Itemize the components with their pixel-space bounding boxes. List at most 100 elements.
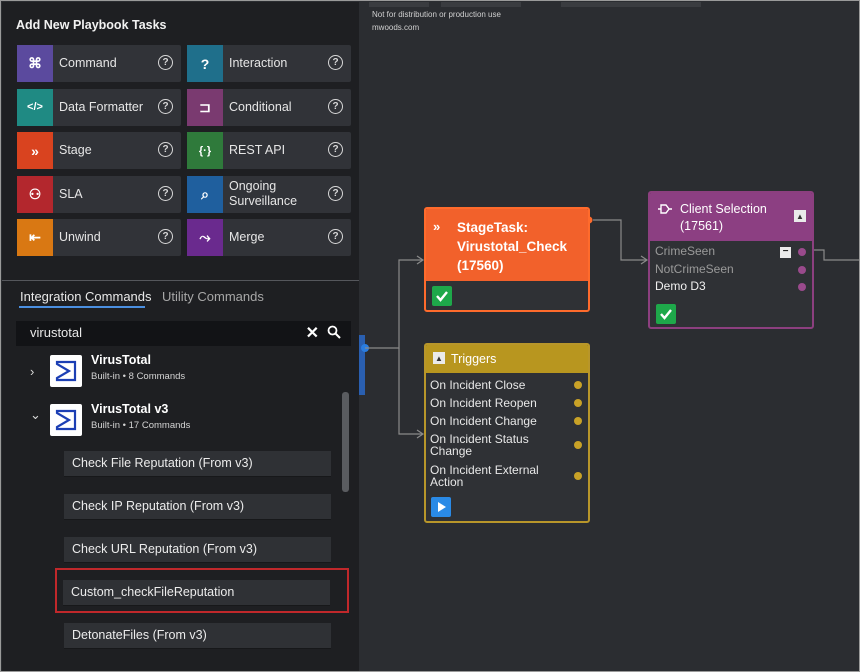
- trigger-item: On Incident Change: [430, 414, 537, 428]
- trigger-item: On Incident External Action: [430, 463, 539, 489]
- highlight-box: [55, 568, 349, 613]
- branch-port[interactable]: [798, 248, 806, 256]
- trigger-item: On Incident Status Change: [430, 432, 529, 458]
- code-icon: </>: [17, 88, 53, 126]
- branch-port[interactable]: [798, 266, 806, 274]
- connection-lines: [359, 215, 859, 439]
- stage-task-node[interactable]: » StageTask: Virustotal_Check (17560): [424, 207, 590, 312]
- integration-item-virustotal[interactable]: › VirusTotal Built-in • 8 Commands: [2, 352, 342, 396]
- task-conditional-button[interactable]: ⊐ Conditional?: [187, 88, 351, 126]
- condition-icon: ⊐: [187, 88, 223, 126]
- integration-meta: Built-in • 17 Commands: [91, 420, 191, 431]
- trigger-port[interactable]: [574, 441, 582, 449]
- triggers-node-header: ▲ Triggers: [426, 345, 588, 373]
- help-icon[interactable]: ?: [158, 229, 173, 244]
- tab-integration-commands[interactable]: Integration Commands: [20, 289, 152, 304]
- task-stage-button[interactable]: » Stage?: [17, 132, 181, 169]
- scrollbar-thumb[interactable]: [342, 392, 349, 492]
- stage-node-title: StageTask: Virustotal_Check (17560): [457, 220, 568, 273]
- help-icon[interactable]: ?: [328, 185, 343, 201]
- trigger-item: On Incident Reopen: [430, 396, 537, 410]
- collapse-icon[interactable]: ▲: [433, 352, 445, 364]
- surveillance-search-icon: ⌕: [187, 175, 223, 213]
- handshake-icon: ⚇: [17, 175, 53, 213]
- task-label: SLA: [59, 186, 83, 201]
- minus-icon[interactable]: −: [780, 247, 791, 258]
- task-ongoing-surveillance-button[interactable]: ⌕ Ongoing Surveillance?: [187, 175, 351, 213]
- help-icon[interactable]: ?: [328, 142, 343, 157]
- task-label: REST API: [229, 143, 286, 157]
- task-label: Command: [59, 56, 117, 70]
- help-icon[interactable]: ?: [158, 185, 173, 201]
- stage-chevrons-icon: »: [433, 219, 441, 234]
- help-icon[interactable]: ?: [158, 55, 173, 70]
- app-frame: Add New Playbook Tasks ⌘ Command?? Interac…: [0, 0, 860, 672]
- help-icon[interactable]: ?: [328, 55, 343, 70]
- command-item[interactable]: Check File Reputation (From v3): [64, 451, 331, 477]
- merge-icon: ⤳: [187, 219, 223, 256]
- collapse-icon[interactable]: ▲: [794, 210, 806, 222]
- chevron-right-icon[interactable]: ›: [30, 364, 34, 379]
- task-label: Stage: [59, 143, 92, 157]
- search-input[interactable]: virustotal ✕: [16, 321, 351, 346]
- trigger-item: On Incident Close: [430, 378, 526, 392]
- task-label: Ongoing Surveillance: [229, 179, 298, 208]
- branch-label: NotCrimeSeen: [655, 262, 734, 276]
- trigger-port[interactable]: [574, 399, 582, 407]
- task-merge-button[interactable]: ⤳ Merge?: [187, 219, 351, 256]
- tab-utility-commands[interactable]: Utility Commands: [162, 289, 264, 304]
- command-item[interactable]: Check URL Reputation (From v3): [64, 537, 331, 563]
- close-icon[interactable]: ✕: [306, 323, 319, 343]
- node-id: (17561): [680, 219, 724, 233]
- playbook-canvas[interactable]: Not for distribution or production use m…: [359, 2, 859, 671]
- trigger-port[interactable]: [574, 381, 582, 389]
- checkmark-icon: [656, 304, 676, 324]
- task-data-formatter-button[interactable]: </> Data Formatter?: [17, 88, 181, 126]
- panel-divider: [2, 280, 359, 281]
- panel-title: Add New Playbook Tasks: [16, 18, 167, 32]
- task-label: Merge: [229, 230, 265, 244]
- task-panel: Add New Playbook Tasks ⌘ Command?? Interac…: [2, 2, 359, 671]
- task-label: Data Formatter: [59, 99, 144, 114]
- integration-item-virustotal-v3[interactable]: ⌄ VirusTotal v3 Built-in • 17 Commands: [2, 401, 342, 445]
- task-label: Interaction: [229, 56, 288, 70]
- help-icon[interactable]: ?: [328, 98, 343, 114]
- stage-node-header: » StageTask: Virustotal_Check (17560): [426, 209, 588, 281]
- stage-chevrons-icon: »: [17, 132, 53, 169]
- integration-name: VirusTotal: [91, 353, 151, 367]
- command-item[interactable]: Check IP Reputation (From v3): [64, 494, 331, 520]
- integration-name: VirusTotal v3: [91, 402, 169, 416]
- search-input-value: virustotal: [30, 325, 83, 340]
- command-icon: ⌘: [17, 45, 53, 82]
- task-unwind-button[interactable]: ⇤ Unwind?: [17, 219, 181, 256]
- active-tab-underline: [19, 306, 145, 308]
- search-icon[interactable]: [327, 325, 341, 339]
- chevron-down-icon[interactable]: ⌄: [30, 407, 41, 423]
- task-interaction-button[interactable]: ? Interaction?: [187, 45, 351, 82]
- branch-label: Demo D3: [655, 279, 706, 293]
- help-icon[interactable]: ?: [158, 98, 173, 114]
- conditional-node-header: Client Selection (17561) ▲: [650, 193, 812, 241]
- branch-port[interactable]: [798, 283, 806, 291]
- task-rest-api-button[interactable]: {·} REST API?: [187, 132, 351, 169]
- integration-meta: Built-in • 8 Commands: [91, 371, 186, 382]
- trigger-port[interactable]: [574, 417, 582, 425]
- virustotal-logo-icon: [50, 404, 82, 436]
- client-selection-node[interactable]: Client Selection (17561) ▲ CrimeSeen − N…: [648, 191, 814, 329]
- play-icon[interactable]: [431, 497, 451, 517]
- trigger-port[interactable]: [574, 472, 582, 480]
- triggers-node-title: Triggers: [451, 352, 497, 366]
- condition-icon: [657, 203, 673, 218]
- rest-api-braces-icon: {·}: [187, 132, 223, 169]
- chat-question-icon: ?: [187, 45, 223, 82]
- unwind-icon: ⇤: [17, 219, 53, 256]
- help-icon[interactable]: ?: [158, 142, 173, 157]
- branch-label: CrimeSeen: [655, 244, 716, 258]
- task-label: Unwind: [59, 230, 101, 244]
- task-sla-button[interactable]: ⚇ SLA?: [17, 175, 181, 213]
- triggers-node[interactable]: ▲ Triggers On Incident Close On Incident…: [424, 343, 590, 523]
- help-icon[interactable]: ?: [328, 229, 343, 244]
- command-item[interactable]: DetonateFiles (From v3): [64, 623, 331, 649]
- virustotal-logo-icon: [50, 355, 82, 387]
- task-command-button[interactable]: ⌘ Command?: [17, 45, 181, 82]
